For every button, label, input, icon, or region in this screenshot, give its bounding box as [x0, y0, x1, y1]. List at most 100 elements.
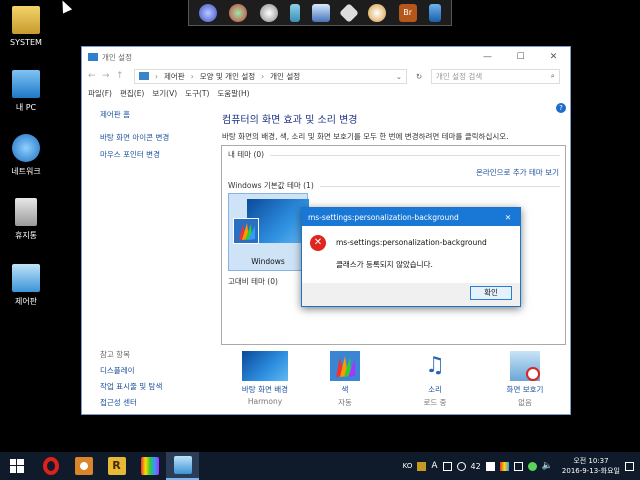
taskbar-app-r[interactable]: R: [100, 452, 133, 480]
control-panel-icon: [173, 456, 192, 474]
magnifier-app-icon: [74, 457, 93, 475]
dock-bridge-icon[interactable]: Br: [398, 3, 417, 22]
screen-saver-icon: [510, 351, 540, 381]
minimize-button[interactable]: —: [471, 52, 504, 62]
page-title: 컴퓨터의 화면 효과 및 소리 변경: [222, 115, 358, 126]
forward-arrow-icon[interactable]: →: [102, 71, 110, 81]
desktop-icon-recycle-bin[interactable]: 휴지통: [0, 198, 52, 241]
personalization-app-icon: [88, 53, 98, 61]
desktop-icon-network[interactable]: 네트워크: [0, 134, 52, 177]
tray-app-icon[interactable]: [417, 461, 427, 471]
maximize-button[interactable]: ☐: [504, 52, 537, 62]
close-button[interactable]: ✕: [537, 52, 570, 62]
ime-language-indicator[interactable]: KO: [403, 462, 413, 470]
color-palette-icon: [330, 351, 360, 381]
dock-computer-icon[interactable]: [311, 3, 330, 22]
color-tray-icon[interactable]: [499, 461, 509, 471]
settings-icon[interactable]: [456, 461, 466, 471]
windows-logo-icon: [10, 459, 24, 473]
divider: [270, 155, 560, 156]
ime-mode-indicator[interactable]: A: [431, 461, 437, 471]
control-panel-icon: [139, 72, 149, 80]
color-label[interactable]: 색: [312, 384, 378, 395]
get-more-themes-link[interactable]: 온라인으로 추가 테마 보기: [476, 167, 559, 178]
search-input[interactable]: 개인 설정 검색 ⌕: [431, 68, 560, 84]
r-app-icon: R: [107, 457, 126, 475]
music-notes-icon: ♫: [425, 353, 445, 378]
refresh-icon[interactable]: ↻: [413, 72, 425, 81]
wallpaper-thumbnail: [242, 351, 288, 381]
tray-counter[interactable]: 42: [471, 462, 481, 471]
clock[interactable]: 오전 10:37 2016-9-13-화요일: [562, 456, 620, 476]
taskbar-navigation-link[interactable]: 작업 표시줄 및 탐색: [100, 381, 162, 392]
dialog-close-icon[interactable]: ✕: [496, 213, 520, 222]
dialog-message: ms-settings:personalization-background: [336, 238, 487, 247]
keyboard-icon[interactable]: [442, 461, 452, 471]
clock-time: 오전 10:37: [573, 457, 609, 465]
screen-saver-item[interactable]: 화면 보호기 없음: [492, 351, 558, 408]
back-arrow-icon[interactable]: ←: [88, 71, 96, 81]
dock-diamond-icon[interactable]: [339, 2, 360, 23]
search-icon[interactable]: ⌕: [551, 71, 555, 81]
notifications-icon[interactable]: [625, 461, 634, 471]
desktop-background-label[interactable]: 바탕 화면 배경: [232, 384, 298, 395]
screen-saver-label[interactable]: 화면 보호기: [492, 384, 558, 395]
dock-disc-icon[interactable]: [259, 3, 278, 22]
windows-theme-tile[interactable]: Windows: [228, 193, 309, 271]
help-icon[interactable]: ?: [556, 103, 566, 113]
screen-saver-value: 없음: [518, 398, 532, 407]
desktop-icon-my-pc[interactable]: 내 PC: [0, 70, 52, 113]
sounds-item[interactable]: ♫ 소리 로드 중: [402, 351, 468, 408]
dock-document-icon[interactable]: [289, 3, 300, 22]
start-button[interactable]: [0, 452, 34, 480]
menu-help[interactable]: 도움말(H): [217, 88, 249, 99]
dock-app-icon[interactable]: [229, 3, 248, 22]
desktop-icon-system[interactable]: SYSTEM: [0, 6, 52, 47]
menu-view[interactable]: 보기(V): [152, 88, 177, 99]
address-bar[interactable]: › 제어판 › 모양 및 개인 설정 › 개인 설정 ⌄: [134, 68, 407, 84]
display-icon[interactable]: [513, 461, 523, 471]
volume-icon[interactable]: 🔈: [542, 461, 553, 471]
breadcrumb-item[interactable]: 개인 설정: [270, 71, 300, 82]
dialog-titlebar[interactable]: ms-settings:personalization-background ✕: [302, 208, 520, 226]
menu-tools[interactable]: 도구(T): [185, 88, 209, 99]
error-dialog: ms-settings:personalization-background ✕…: [301, 207, 521, 307]
security-icon[interactable]: [527, 461, 537, 471]
color-item[interactable]: 색 자동: [312, 351, 378, 408]
ease-of-access-link[interactable]: 접근성 센터: [100, 397, 162, 408]
mouse-cursor: [57, 0, 73, 14]
change-mouse-pointer-link[interactable]: 마우스 포인터 변경: [100, 149, 210, 160]
display-link[interactable]: 디스플레이: [100, 365, 162, 376]
opera-icon: [42, 457, 59, 475]
recycle-bin-icon: [15, 198, 37, 226]
breadcrumb-item[interactable]: 모양 및 개인 설정: [200, 71, 255, 82]
navigation-bar: ← → ↑ › 제어판 › 모양 및 개인 설정 › 개인 설정 ⌄ ↻ 개인 …: [82, 67, 570, 85]
dock-app-icon[interactable]: [199, 3, 218, 22]
desktop-background-item[interactable]: 바탕 화면 배경 Harmony: [232, 351, 298, 406]
up-arrow-icon[interactable]: ↑: [116, 71, 124, 81]
desktop-icon-control-panel[interactable]: 제어판: [0, 264, 52, 307]
taskbar-app-magnifier[interactable]: [67, 452, 100, 480]
taskbar-opera[interactable]: [34, 452, 67, 480]
control-panel-home-link[interactable]: 제어판 홈: [100, 109, 210, 120]
menu-file[interactable]: 파일(F): [88, 88, 112, 99]
address-dropdown-icon[interactable]: ⌄: [396, 72, 402, 81]
system-tray: KO A 42 🔈 오전 10:37 2016-9-13-화요일: [403, 456, 640, 476]
search-placeholder: 개인 설정 검색: [436, 71, 483, 81]
change-desktop-icons-link[interactable]: 바탕 화면 아이콘 변경: [100, 132, 210, 143]
desktop-icon-label: 휴지통: [14, 231, 38, 240]
desktop-background-value: Harmony: [247, 397, 283, 406]
network-icon[interactable]: [485, 461, 495, 471]
taskbar-control-panel[interactable]: [166, 452, 199, 480]
see-also-header: 참고 항목: [100, 350, 130, 359]
desktop-icon-label: 내 PC: [15, 103, 37, 112]
top-dock: Br: [188, 0, 452, 26]
taskbar-app-color[interactable]: [133, 452, 166, 480]
breadcrumb-item[interactable]: 제어판: [164, 71, 185, 82]
dock-media-icon[interactable]: [368, 3, 387, 22]
window-titlebar[interactable]: 개인 설정 — ☐ ✕: [82, 47, 570, 67]
sounds-label[interactable]: 소리: [402, 384, 468, 395]
ok-button[interactable]: 확인: [470, 286, 512, 300]
menu-edit[interactable]: 편집(E): [120, 88, 144, 99]
dock-door-icon[interactable]: [428, 3, 441, 22]
